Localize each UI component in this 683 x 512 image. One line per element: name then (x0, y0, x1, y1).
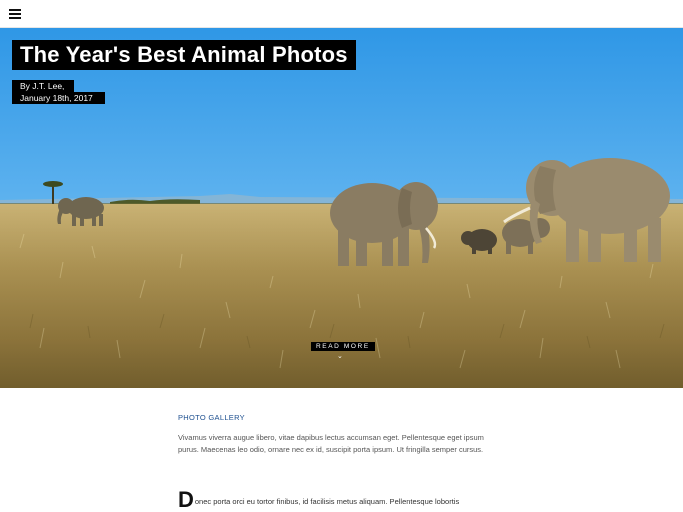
menu-line (9, 17, 21, 19)
read-more-button[interactable]: READ MORE (311, 342, 375, 351)
category-link[interactable]: PHOTO GALLERY (178, 412, 498, 424)
publish-date: January 18th, 2017 (12, 92, 105, 104)
article-intro: Vivamus viverra augue libero, vitae dapi… (178, 433, 484, 454)
chevron-down-icon[interactable]: ⌄ (337, 353, 343, 361)
article-content: PHOTO GALLERY Vivamus viverra augue libe… (178, 412, 498, 511)
drop-cap: D (178, 487, 194, 512)
menu-line (9, 9, 21, 11)
article-body-paragraph: Donec porta orci eu tortor finibus, id f… (178, 487, 498, 512)
article-title: The Year's Best Animal Photos (12, 40, 356, 70)
top-nav-bar (0, 0, 683, 28)
author-name[interactable]: By J.T. Lee, (12, 80, 74, 92)
byline: By J.T. Lee, January 18th, 2017 (12, 80, 105, 104)
menu-line (9, 13, 21, 15)
body-text: onec porta orci eu tortor finibus, id fa… (194, 497, 460, 506)
hero-section: The Year's Best Animal Photos By J.T. Le… (0, 28, 683, 388)
hamburger-menu-icon[interactable] (9, 9, 21, 19)
